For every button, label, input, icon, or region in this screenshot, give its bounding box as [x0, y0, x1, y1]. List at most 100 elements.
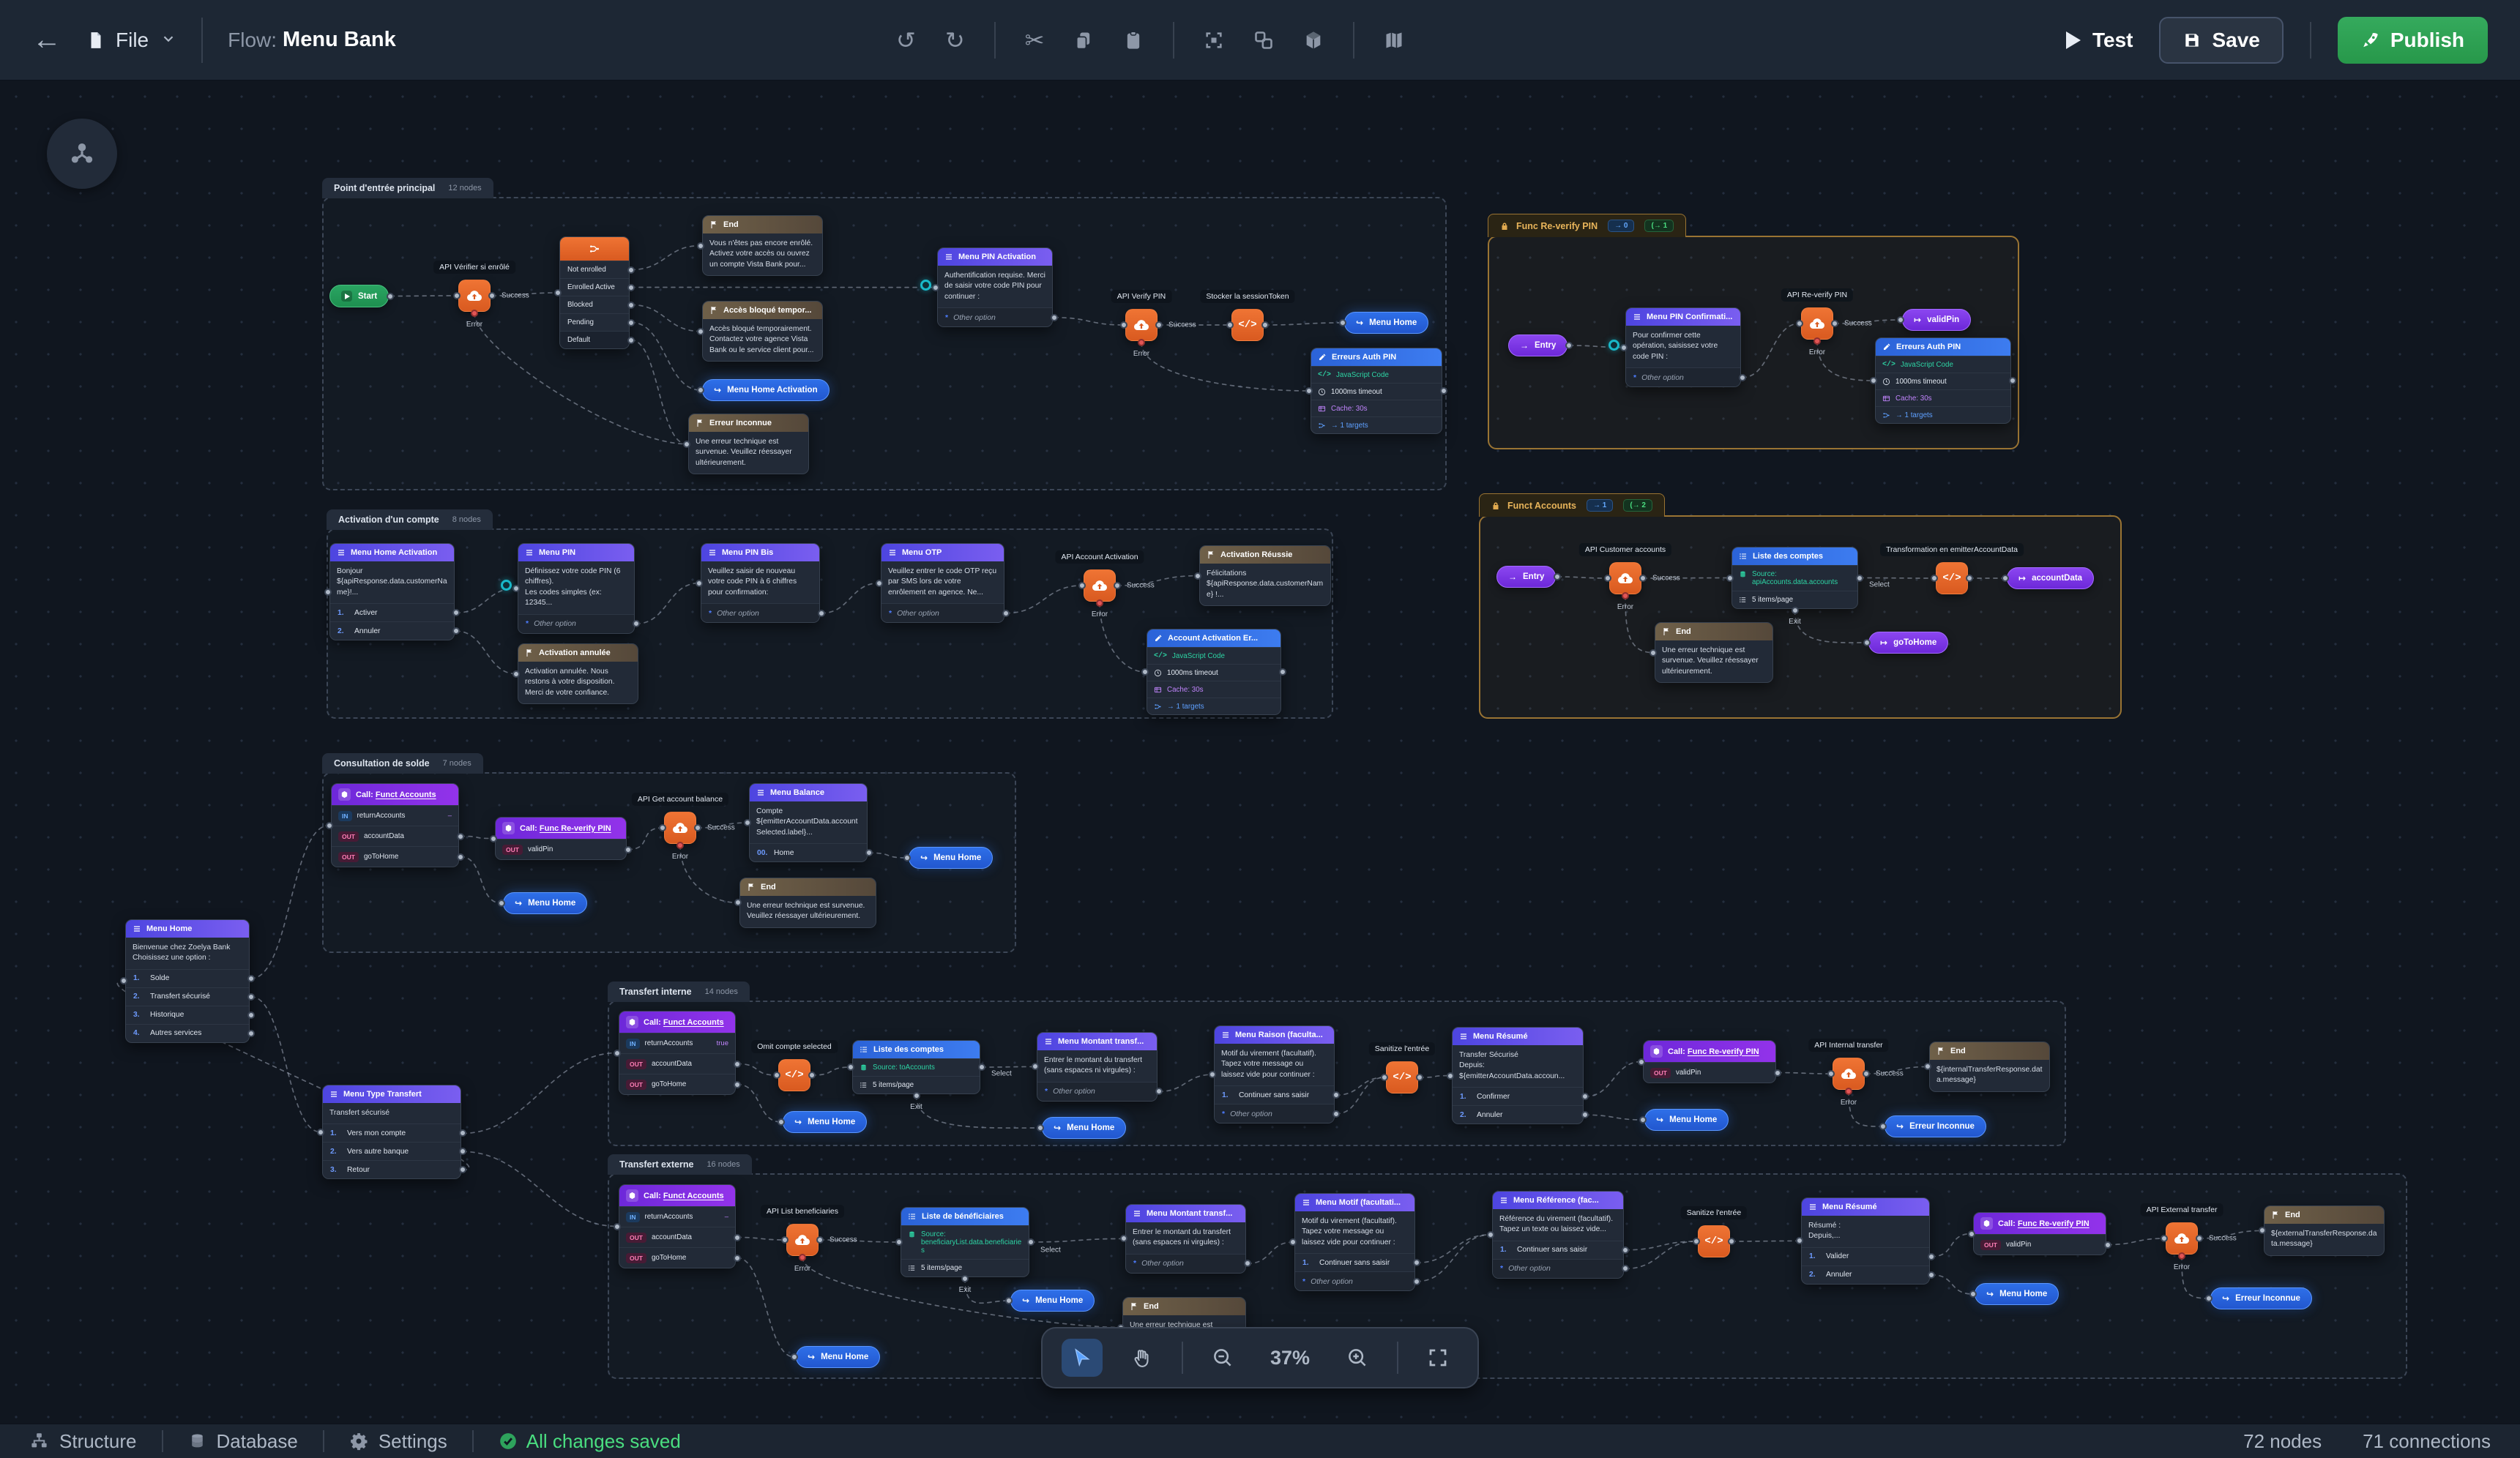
- port[interactable]: [816, 1236, 824, 1244]
- port[interactable]: [1863, 1070, 1870, 1077]
- port[interactable]: [614, 1050, 621, 1057]
- port[interactable]: [614, 1223, 621, 1230]
- node-list_benef[interactable]: Liste de bénéficiairesSource: beneficiar…: [901, 1207, 1029, 1277]
- node-menu_raison[interactable]: Menu Raison (faculta...Motif du virement…: [1214, 1025, 1335, 1124]
- redo-button[interactable]: ↻: [945, 29, 965, 52]
- port[interactable]: [1194, 572, 1201, 580]
- node-entry2[interactable]: →Entry: [1496, 566, 1556, 588]
- node-entry1[interactable]: →Entry: [1508, 334, 1567, 356]
- node-pill_erreur_inc1[interactable]: ↪Erreur Inconnue: [1885, 1115, 1986, 1137]
- port[interactable]: [734, 1081, 741, 1088]
- node-api_account_act[interactable]: API Account ActivationSuccessError: [1084, 569, 1116, 602]
- port[interactable]: [1027, 1238, 1035, 1246]
- menu-option[interactable]: 00.Home: [750, 843, 867, 861]
- port[interactable]: [627, 319, 635, 326]
- port[interactable]: [847, 1063, 854, 1071]
- port[interactable]: [2104, 1241, 2111, 1249]
- port[interactable]: [903, 854, 911, 861]
- port[interactable]: [659, 824, 666, 831]
- node-menu_home_act2[interactable]: Menu Home ActivationBonjour ${apiRespons…: [329, 543, 455, 640]
- node-menu_home_main[interactable]: Menu HomeBienvenue chez Zoelya Bank Choi…: [125, 919, 250, 1043]
- node-menu_balance[interactable]: Menu BalanceCompte ${emitterAccountData.…: [749, 783, 868, 862]
- other-option-row[interactable]: *Other option: [1126, 1254, 1245, 1273]
- port[interactable]: [120, 977, 127, 984]
- menu-option[interactable]: 1.Vers mon compte: [323, 1124, 461, 1142]
- node-erreur_inc_g1[interactable]: Erreur InconnueUne erreur technique est …: [688, 414, 809, 474]
- port[interactable]: [627, 302, 635, 309]
- back-button[interactable]: ←: [32, 23, 61, 56]
- port[interactable]: [1051, 314, 1058, 321]
- node-js_account_err[interactable]: Account Activation Er...</>JavaScript Co…: [1147, 629, 1281, 715]
- port[interactable]: [1138, 339, 1145, 346]
- port[interactable]: [781, 1236, 789, 1244]
- node-list_comptes2[interactable]: Liste des comptesSource: toAccounts5 ite…: [852, 1040, 980, 1094]
- node-pill_menu_home6[interactable]: ↪Menu Home: [1644, 1109, 1729, 1131]
- port[interactable]: [1774, 1069, 1781, 1077]
- port[interactable]: [247, 975, 255, 982]
- port[interactable]: [744, 819, 751, 826]
- menu-option[interactable]: 3.Retour: [323, 1160, 461, 1178]
- port[interactable]: [2196, 1235, 2203, 1242]
- node-pill_menu_home4[interactable]: ↪Menu Home: [783, 1111, 867, 1133]
- port[interactable]: [1261, 321, 1269, 329]
- workspace-logo[interactable]: [47, 119, 117, 189]
- port[interactable]: [1032, 1063, 1039, 1070]
- node-api_internal[interactable]: API Internal transferSuccessError: [1833, 1058, 1865, 1090]
- port[interactable]: [457, 853, 464, 861]
- port[interactable]: [512, 585, 520, 592]
- node-menu_resume1[interactable]: Menu RésuméTransfer Sécurisé Depuis: ${e…: [1452, 1027, 1584, 1124]
- port[interactable]: [818, 610, 825, 617]
- port[interactable]: [498, 900, 505, 907]
- menu-option[interactable]: 2.Annuler: [330, 621, 454, 640]
- flow-canvas[interactable]: 37% Point d'entrée principal12 nodesFunc…: [0, 81, 2520, 1424]
- port[interactable]: [2205, 1295, 2213, 1302]
- port[interactable]: [1845, 1088, 1852, 1095]
- port[interactable]: [1565, 342, 1573, 349]
- port[interactable]: [1416, 1074, 1423, 1081]
- paste-button[interactable]: [1123, 30, 1144, 51]
- node-pill_menu_home3[interactable]: ↪Menu Home: [503, 892, 587, 914]
- save-button[interactable]: Save: [2159, 17, 2283, 64]
- node-menu_pin[interactable]: Menu PINDéfinissez votre code PIN (6 chi…: [518, 543, 635, 634]
- group-tab[interactable]: Funct Accounts→ 1(→ 2: [1479, 493, 1665, 517]
- node-call_funct3[interactable]: Call: Funct AccountsINreturnAccounts–OUT…: [619, 1184, 736, 1268]
- port[interactable]: [1305, 387, 1313, 395]
- port[interactable]: [1332, 1110, 1340, 1118]
- node-api_external[interactable]: API External transferSuccessError: [2166, 1222, 2198, 1255]
- node-code_store[interactable]: Stocker la sessionToken</>: [1231, 309, 1264, 341]
- port[interactable]: [2259, 1227, 2266, 1234]
- port[interactable]: [799, 1254, 806, 1261]
- port[interactable]: [459, 1166, 466, 1173]
- node-end_func[interactable]: EndUne erreur technique est survenue. Ve…: [1655, 622, 1773, 683]
- port[interactable]: [1792, 607, 1799, 614]
- menu-option[interactable]: 1.Continuer sans saisir: [1295, 1253, 1414, 1271]
- port[interactable]: [247, 1012, 255, 1019]
- port[interactable]: [978, 1063, 985, 1071]
- port[interactable]: [1413, 1259, 1420, 1266]
- port[interactable]: [1796, 320, 1803, 327]
- node-code_omit[interactable]: Omit compte selected</>: [778, 1059, 810, 1091]
- structure-button[interactable]: Structure: [29, 1430, 137, 1453]
- ungroup-button[interactable]: [1253, 30, 1274, 51]
- branch-row[interactable]: Pending: [560, 313, 629, 331]
- port[interactable]: [452, 609, 460, 616]
- port[interactable]: [1487, 1231, 1494, 1238]
- node-code_sanitize2[interactable]: Sanitize l'entrée</>: [1698, 1225, 1730, 1257]
- port[interactable]: [459, 1148, 466, 1155]
- menu-option[interactable]: 1.Activer: [330, 603, 454, 621]
- port[interactable]: [1622, 592, 1629, 599]
- port[interactable]: [1863, 639, 1871, 646]
- port[interactable]: [1381, 1074, 1388, 1081]
- node-menu_reference[interactable]: Menu Référence (fac...Référence du virem…: [1492, 1191, 1624, 1279]
- pan-tool-button[interactable]: [1122, 1339, 1163, 1377]
- port[interactable]: [895, 1238, 903, 1246]
- port[interactable]: [676, 842, 684, 849]
- database-button[interactable]: Database: [188, 1430, 298, 1453]
- other-option-row[interactable]: *Other option: [1295, 1271, 1414, 1290]
- port[interactable]: [387, 293, 394, 300]
- node-js_auth1[interactable]: Erreurs Auth PIN</>JavaScript Code1000ms…: [1311, 348, 1442, 434]
- node-blocked_end[interactable]: Accès bloqué tempor...Accès bloqué tempo…: [702, 301, 823, 362]
- node-code_transform[interactable]: Transformation en emitterAccountData</>: [1936, 562, 1968, 594]
- port[interactable]: [865, 849, 873, 856]
- undo-button[interactable]: ↺: [896, 29, 916, 52]
